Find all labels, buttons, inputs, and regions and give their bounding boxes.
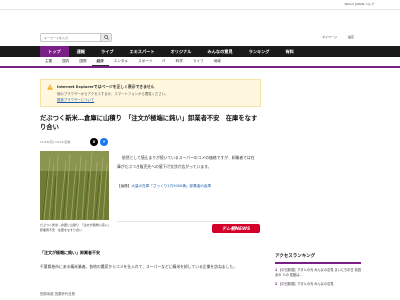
- category-nav: 主要 国内 国際 経済 エンタメ スポーツ IT 科学 ライフ 地域: [0, 57, 400, 68]
- snav-main[interactable]: 主要: [40, 57, 57, 66]
- top-bar-links[interactable]: Yahoo! JAPAN ヘルプ: [344, 2, 374, 6]
- snav-entertainment[interactable]: エンタメ: [109, 57, 133, 66]
- article-date: 11/18(月) 19:19 配信: [40, 140, 71, 144]
- snav-science[interactable]: 科学: [171, 57, 188, 66]
- yahoo-top-bar: Yahoo! JAPAN ヘルプ: [0, 0, 400, 10]
- snav-life[interactable]: ライフ: [188, 57, 209, 66]
- snav-it[interactable]: IT: [157, 57, 170, 66]
- gnav-opinion[interactable]: みんなの意見: [200, 46, 241, 57]
- recommended-browser-link[interactable]: 推奨ブラウザーについて: [57, 97, 94, 102]
- photo-caption: だぶつく新米…倉庫に山積り 「注文が極端に鈍い」卸業者不安 在庫をなすり合い: [40, 223, 110, 232]
- gnav-ranking[interactable]: ランキング: [241, 46, 278, 57]
- gnav-expert[interactable]: エキスパート: [122, 46, 163, 57]
- ranking-entry[interactable]: 1【中日新聞】ホタルの光 みんなの意見 まいにち中日 前週 あの 人の 変動は.…: [275, 268, 361, 278]
- gnav-breaking[interactable]: 速報: [69, 46, 93, 57]
- article-lead: 依然として値止まりが続いているスーパーのコメの価格ですが、卸業者では在庫がだぶつ…: [117, 155, 255, 169]
- browser-warning: Internet Explorerではページを正しく表示できません 他のブラウザ…: [40, 79, 261, 107]
- access-ranking: アクセスランキング 1【中日新聞】ホタルの光 みんなの意見 まいにち中日 前週 …: [275, 253, 361, 288]
- article-photo[interactable]: [40, 151, 109, 220]
- gnav-live[interactable]: ライブ: [93, 46, 122, 57]
- snav-domestic[interactable]: 国内: [57, 57, 74, 66]
- warning-text: 他のブラウザーからアクセスするか、スマートフォンから閲覧ください。: [57, 92, 169, 96]
- snav-economy[interactable]: 経済: [91, 57, 109, 66]
- gnav-original[interactable]: オリジナル: [163, 46, 200, 57]
- snav-sports[interactable]: スポーツ: [133, 57, 157, 66]
- share-buttons: X f: [90, 138, 108, 146]
- warning-icon: [47, 84, 53, 90]
- snav-local[interactable]: 地域: [209, 57, 226, 66]
- related-link[interactable]: 大量の在庫「ざっくり1万5000俵」卸業者の倉庫: [131, 184, 211, 188]
- brand-row: マイページ 設定: [0, 30, 400, 46]
- search-input[interactable]: [41, 34, 99, 41]
- divider: [117, 221, 258, 222]
- related-label: 【画像】: [117, 184, 132, 188]
- account-links: マイページ 設定: [312, 35, 354, 39]
- mypage-link[interactable]: マイページ: [322, 35, 337, 39]
- gnav-paid[interactable]: 有料: [277, 46, 301, 57]
- warning-title: Internet Explorerではページを正しく表示できません: [57, 84, 155, 89]
- article-subhead: 「注文が極端に鈍い」卸業者不安: [40, 250, 100, 255]
- settings-link[interactable]: 設定: [348, 35, 354, 39]
- snav-world[interactable]: 国際: [74, 57, 91, 66]
- rice-sacks-image: [40, 151, 109, 220]
- x-share-icon[interactable]: X: [90, 138, 98, 146]
- related-image-link: 【画像】大量の在庫「ざっくり1万5000俵」卸業者の倉庫: [117, 184, 211, 189]
- article-headline: だぶつく新米…倉庫に山積り 「注文が極端に鈍い」卸業者不安 在庫をなすり合い: [40, 115, 258, 131]
- article-byline: 田原米穀 田原鈴代社長: [40, 292, 75, 296]
- ranking-number: 1: [275, 268, 278, 272]
- global-nav: トップ 速報 ライブ エキスパート オリジナル みんなの意見 ランキング 有料: [0, 46, 400, 57]
- facebook-share-icon[interactable]: f: [100, 138, 108, 146]
- ranking-text: 【中日新聞】ホタルの光 みんなの意見: [278, 282, 334, 287]
- tvasahi-news-logo[interactable]: テレ朝NEWS: [212, 224, 260, 233]
- search-button[interactable]: [100, 34, 111, 41]
- ranking-text: 【中日新聞】ホタルの光 みんなの意見 まいにち中日 前週 あの 人の 変動は..…: [275, 268, 361, 278]
- search-icon: [103, 35, 109, 40]
- gnav-top[interactable]: トップ: [40, 46, 69, 57]
- article-body: 千葉県柏市にある精米業者。各地の農家からコメを仕入れて、スーパーなどに精米を卸し…: [40, 264, 237, 269]
- search-box[interactable]: [40, 33, 112, 42]
- ranking-entry[interactable]: 2【中日新聞】ホタルの光 みんなの意見: [275, 282, 361, 287]
- ranking-number: 2: [275, 282, 278, 287]
- ranking-title: アクセスランキング: [275, 253, 361, 264]
